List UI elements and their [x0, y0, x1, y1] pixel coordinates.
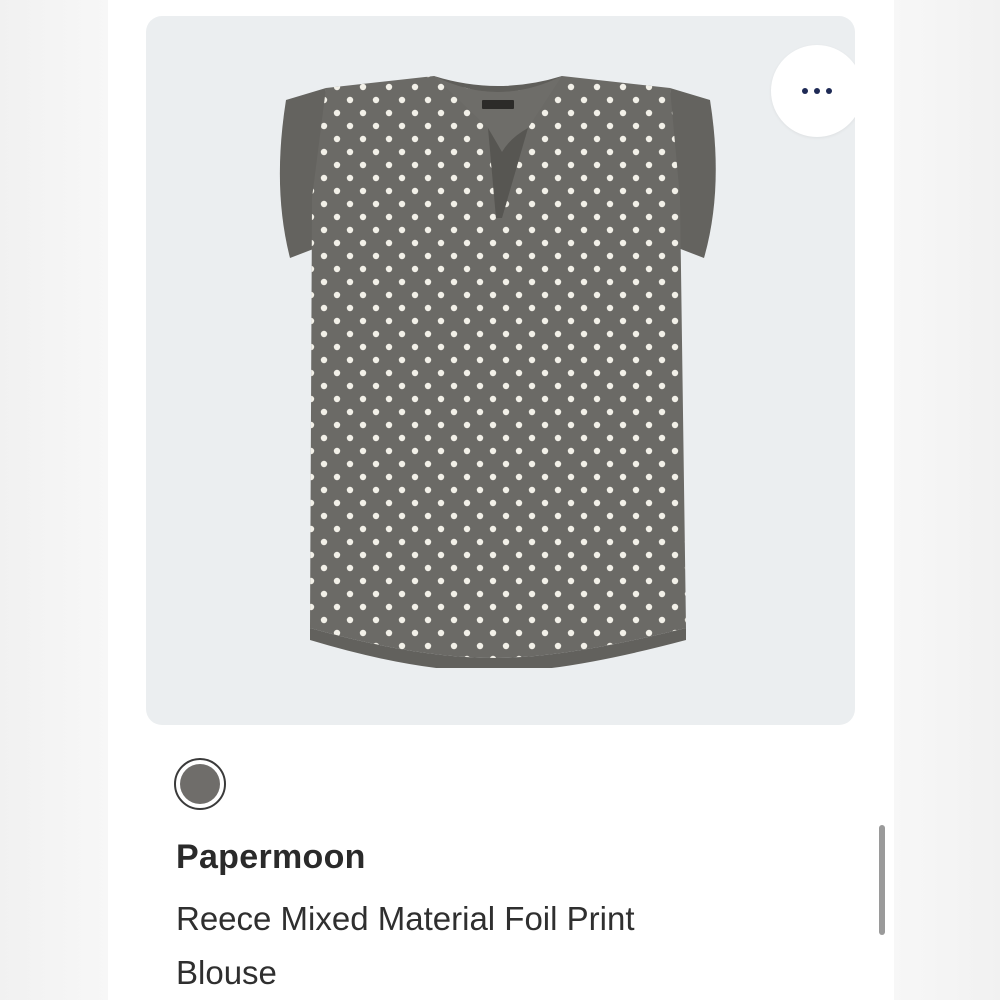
color-swatch-selected[interactable] — [174, 758, 226, 810]
product-image-card[interactable] — [146, 16, 855, 725]
product-screen: Papermoon Reece Mixed Material Foil Prin… — [108, 0, 894, 1000]
brand-name: Papermoon — [176, 838, 366, 876]
product-title: Reece Mixed Material Foil Print Blouse — [176, 900, 635, 991]
product-image — [279, 76, 716, 668]
right-backdrop — [894, 0, 1000, 1000]
color-swatch-fill — [180, 764, 220, 804]
scrollbar[interactable] — [879, 825, 885, 935]
more-options-button[interactable] — [771, 45, 855, 137]
more-horizontal-icon — [802, 88, 832, 94]
left-backdrop — [0, 0, 108, 1000]
